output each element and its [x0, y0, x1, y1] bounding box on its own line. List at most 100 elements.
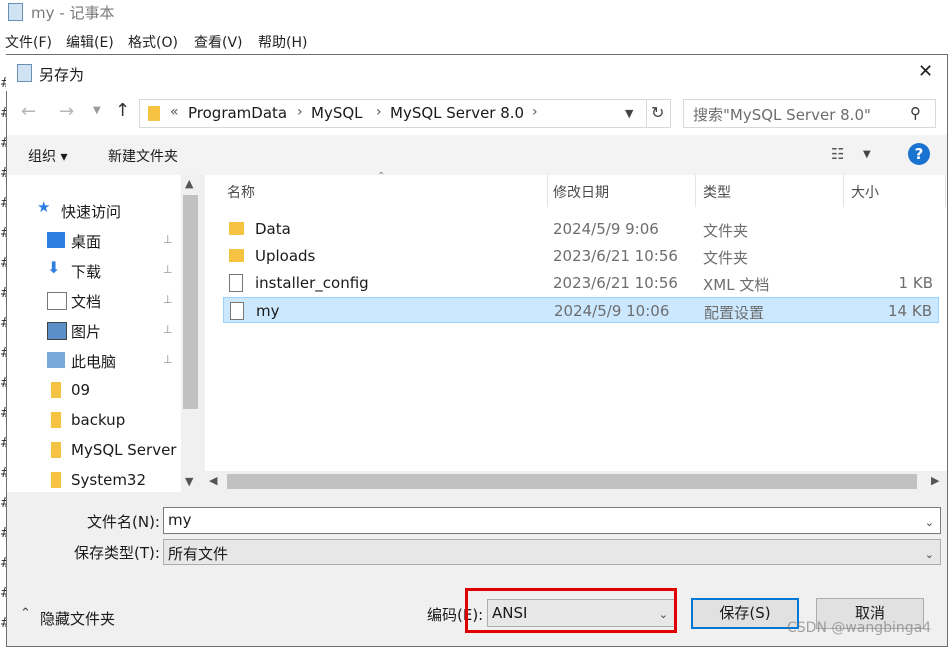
desktop-icon: [47, 232, 65, 248]
notepad-app-icon: [8, 3, 23, 21]
sidebar-item[interactable]: ★ 快速访问: [7, 195, 182, 225]
hscroll-thumb[interactable]: [227, 474, 917, 489]
notepad-title: my - 记事本: [31, 4, 115, 22]
search-icon[interactable]: ⚲: [910, 104, 921, 122]
recent-chevron-icon[interactable]: ▼: [93, 105, 101, 116]
menu-file[interactable]: 文件(F): [5, 32, 52, 52]
column-divider[interactable]: [547, 175, 548, 207]
hide-folders-toggle[interactable]: 隐藏文件夹: [40, 608, 115, 629]
picture-icon: [47, 322, 67, 340]
sidebar-item[interactable]: 桌面 ⊥: [7, 225, 182, 255]
address-row: ← → ▼ ↑ « ProgramData › MySQL › MySQL Se…: [7, 91, 947, 135]
file-list-pane: ⌃ 名称 修改日期 类型 大小 Data 2024/5/9 9:06 文件夹 Uplo…: [205, 171, 947, 492]
sidebar-item[interactable]: MySQL Server 8.0: [7, 435, 183, 465]
notepad-titlebar: my - 记事本: [0, 0, 948, 26]
file-size: 1 KB: [898, 274, 933, 292]
column-divider[interactable]: [843, 175, 844, 207]
navigation-pane: ★ 快速访问桌面 ⊥ ⬇ 下载 ⊥ 文档 ⊥ 图片 ⊥ 此电脑 ⊥ 09 backup MySQL Serv…: [7, 175, 200, 492]
scroll-left-icon[interactable]: ◀: [209, 474, 217, 487]
file-list-header: ⌃ 名称 修改日期 类型 大小: [205, 171, 947, 207]
refresh-icon: ↻: [651, 103, 665, 122]
file-row[interactable]: my 2024/5/9 10:06 配置设置 14 KB: [223, 297, 939, 323]
file-type: 配置设置: [704, 304, 765, 322]
nav-scroll-thumb[interactable]: [183, 195, 198, 409]
menu-format[interactable]: 格式(O): [128, 32, 178, 52]
folder-icon: [229, 222, 244, 235]
document-icon: [47, 292, 67, 310]
view-dropdown-icon[interactable]: ▼: [863, 149, 871, 160]
chevron-up-icon[interactable]: ⌃: [20, 606, 31, 621]
breadcrumb-prefix[interactable]: «: [170, 104, 179, 120]
view-options-icon[interactable]: ☷: [831, 145, 844, 163]
organize-button[interactable]: 组织 ▾: [28, 146, 67, 166]
column-divider[interactable]: [695, 175, 696, 207]
nav-scrollbar[interactable]: ▲ ▼: [181, 175, 200, 492]
new-folder-button[interactable]: 新建文件夹: [108, 146, 178, 166]
scroll-up-icon[interactable]: ▲: [185, 177, 193, 190]
file-date: 2024/5/9 10:06: [554, 302, 670, 320]
help-icon[interactable]: ?: [908, 143, 930, 165]
breadcrumb-separator-icon: ›: [532, 104, 538, 120]
file-date: 2023/6/21 10:56: [553, 274, 678, 292]
sidebar-item[interactable]: backup: [7, 405, 182, 435]
sidebar-item[interactable]: ⬇ 下载 ⊥: [7, 255, 182, 285]
close-icon[interactable]: ✕: [918, 61, 933, 82]
search-box[interactable]: 搜索"MySQL Server 8.0" ⚲: [683, 99, 936, 128]
pin-icon[interactable]: ⊥: [163, 233, 173, 246]
sidebar-item-label: 09: [71, 381, 91, 399]
scroll-down-icon[interactable]: ▼: [185, 475, 193, 488]
file-row[interactable]: Data 2024/5/9 9:06 文件夹: [223, 216, 939, 242]
refresh-button[interactable]: ↻: [647, 99, 671, 128]
forward-arrow-icon[interactable]: →: [59, 101, 74, 122]
column-header-type[interactable]: 类型: [703, 182, 731, 202]
computer-icon: [47, 352, 65, 368]
sidebar-item[interactable]: 文档 ⊥: [7, 285, 182, 315]
star-icon: ★: [37, 198, 51, 216]
breadcrumb-mysql[interactable]: MySQL: [311, 104, 363, 122]
column-header-size[interactable]: 大小: [851, 182, 879, 202]
sort-ascending-icon: ⌃: [377, 171, 386, 182]
filename-value[interactable]: my: [168, 511, 192, 529]
file-size: 14 KB: [888, 302, 932, 320]
column-header-date[interactable]: 修改日期: [553, 182, 609, 202]
filetype-value[interactable]: 所有文件: [168, 543, 228, 564]
filetype-dropdown-icon[interactable]: ⌄: [925, 548, 934, 561]
filename-dropdown-icon[interactable]: ⌄: [925, 516, 934, 529]
address-dropdown-icon[interactable]: ▼: [625, 107, 633, 120]
hscrollbar[interactable]: ◀ ▶: [205, 471, 947, 492]
sidebar-item[interactable]: 09: [7, 375, 182, 405]
menu-edit[interactable]: 编辑(E): [66, 32, 114, 52]
address-bar[interactable]: « ProgramData › MySQL › MySQL Server 8.0…: [139, 99, 647, 128]
breadcrumb-programdata[interactable]: ProgramData: [188, 104, 287, 122]
filetype-label: 保存类型(T):: [74, 544, 160, 562]
column-header-name[interactable]: 名称: [227, 182, 255, 202]
sidebar-item-label: System32: [71, 471, 147, 489]
filename-field[interactable]: my ⌄: [163, 507, 941, 534]
file-row[interactable]: Uploads 2023/6/21 10:56 文件夹: [223, 243, 939, 269]
file-type: XML 文档: [703, 276, 770, 294]
pin-icon[interactable]: ⊥: [163, 293, 173, 306]
save-button[interactable]: 保存(S): [691, 598, 799, 629]
menu-view[interactable]: 查看(V): [194, 32, 243, 52]
scroll-right-icon[interactable]: ▶: [931, 474, 939, 487]
sidebar-item[interactable]: System32: [7, 465, 182, 495]
folder-icon: [229, 249, 244, 262]
pin-icon[interactable]: ⊥: [163, 353, 173, 366]
sidebar-item-label: 快速访问: [61, 203, 122, 221]
config-file-icon: [230, 302, 244, 320]
sidebar-item[interactable]: 此电脑 ⊥: [7, 345, 182, 375]
pin-icon[interactable]: ⊥: [163, 323, 173, 336]
column-divider[interactable]: [945, 175, 946, 207]
sidebar-item-label: MySQL Server 8.0: [71, 441, 183, 459]
menu-help[interactable]: 帮助(H): [258, 32, 307, 52]
up-arrow-icon[interactable]: ↑: [115, 100, 130, 121]
filetype-select[interactable]: 所有文件 ⌄: [163, 539, 941, 565]
breadcrumb-mysql-server[interactable]: MySQL Server 8.0: [390, 104, 524, 122]
file-row[interactable]: installer_config 2023/6/21 10:56 XML 文档 1 K…: [223, 270, 939, 296]
search-input[interactable]: 搜索"MySQL Server 8.0": [693, 104, 871, 125]
sidebar-item[interactable]: 图片 ⊥: [7, 315, 182, 345]
back-arrow-icon[interactable]: ←: [21, 101, 36, 122]
pin-icon[interactable]: ⊥: [163, 263, 173, 276]
file-name: Data: [255, 220, 291, 238]
file-name: installer_config: [255, 274, 369, 292]
